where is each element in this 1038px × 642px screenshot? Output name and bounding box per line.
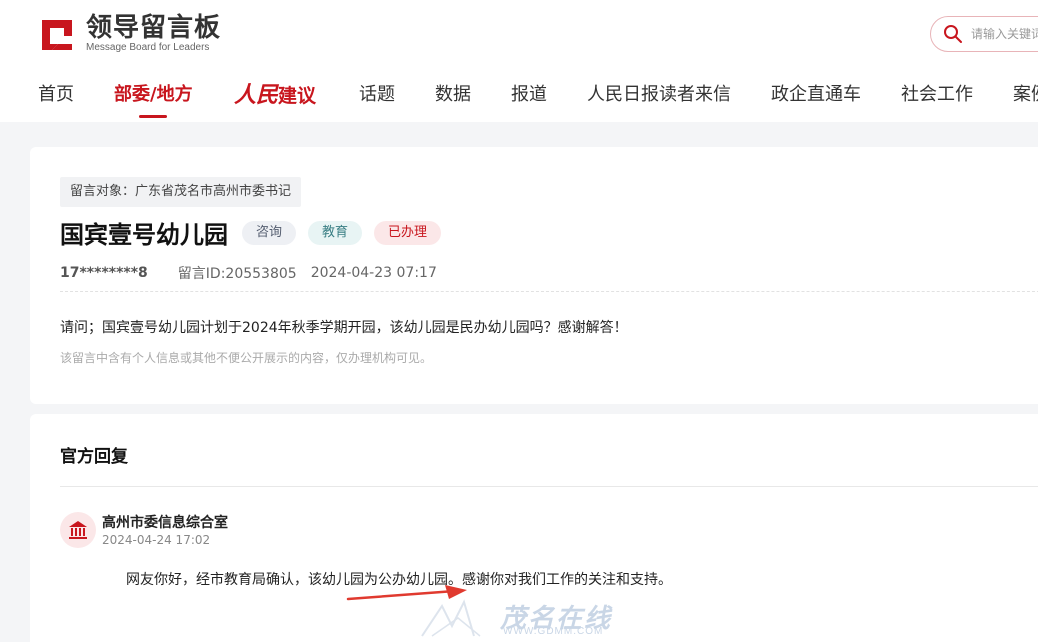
nav-renmin-rest: 建议: [278, 85, 317, 107]
search-icon[interactable]: [941, 22, 965, 46]
status-badge: 已办理: [374, 221, 442, 245]
logo-title: 领导留言板: [86, 13, 222, 43]
message-meta: 17********8 留言ID:20553805 2024-04-23 07:…: [60, 263, 437, 283]
nav-ministries-local[interactable]: 部委/地方: [114, 78, 193, 118]
message-target: 留言对象：广东省茂名市高州市委书记: [60, 177, 302, 207]
logo-subtitle: Message Board for Leaders: [86, 42, 210, 53]
divider: [60, 486, 1038, 487]
watermark-url: WWW.GDMM.COM: [503, 626, 604, 637]
message-title: 国宾壹号幼儿园: [60, 221, 228, 249]
reply-org-name: 高州市委信息综合室: [102, 515, 228, 531]
badge-category: 教育: [308, 221, 363, 245]
nav-renmin-jianyi[interactable]: 人民建议: [234, 78, 316, 118]
search-input[interactable]: [971, 27, 1038, 41]
search-box[interactable]: [930, 16, 1038, 52]
message-badges: 咨询 教育 已办理: [242, 221, 442, 245]
message-card: 留言对象：广东省茂名市高州市委书记 国宾壹号幼儿园 咨询 教育 已办理 17**…: [30, 147, 1038, 404]
site-logo[interactable]: 领导留言板 Message Board for Leaders: [38, 14, 221, 54]
logo-mark-icon: [38, 14, 78, 54]
message-content: 请问；国宾壹号幼儿园计划于2024年秋季学期开园，该幼儿园是民办幼儿园吗？感谢解…: [60, 320, 628, 336]
nav-readers-letters[interactable]: 人民日报读者来信: [587, 78, 731, 118]
message-time: 2024-04-23 07:17: [310, 265, 437, 281]
nav-topics[interactable]: 话题: [359, 78, 395, 118]
nav-social-work[interactable]: 社会工作: [901, 78, 973, 118]
site-header: 领导留言板 Message Board for Leaders 首页 部委/地方…: [0, 0, 1038, 122]
nav-enterprise-express[interactable]: 政企直通车: [771, 78, 861, 118]
nav-data[interactable]: 数据: [435, 78, 471, 118]
nav-cases[interactable]: 案例: [1013, 78, 1038, 118]
divider: [60, 291, 1038, 292]
reply-time: 2024-04-24 17:02: [102, 533, 211, 547]
nav-reports[interactable]: 报道: [511, 78, 547, 118]
main-nav: 首页 部委/地方 人民建议 话题 数据 报道 人民日报读者来信 政企直通车 社会…: [0, 78, 1038, 122]
government-building-icon: [60, 512, 96, 548]
nav-renmin-script: 人民: [234, 82, 279, 108]
privacy-note: 该留言中含有个人信息或其他不便公开展示的内容，仅办理机构可见。: [60, 351, 433, 365]
reply-heading: 官方回复: [60, 447, 128, 467]
badge-type: 咨询: [242, 221, 297, 245]
message-user: 17********8: [60, 265, 148, 281]
message-id: 留言ID:20553805: [177, 266, 297, 282]
nav-home[interactable]: 首页: [38, 78, 74, 118]
